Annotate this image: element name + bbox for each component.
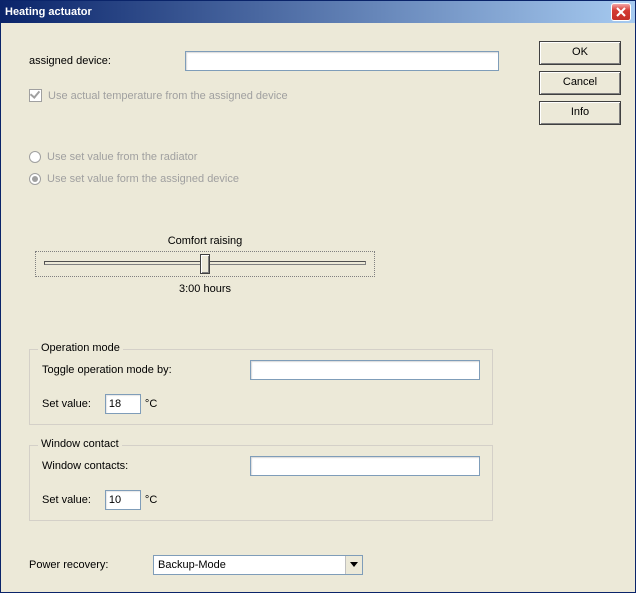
- window-contact-legend: Window contact: [38, 438, 122, 450]
- window-contacts-label: Window contacts:: [42, 460, 128, 472]
- radio-from-radiator[interactable]: [29, 151, 41, 163]
- power-recovery-dropdown[interactable]: Backup-Mode: [153, 555, 363, 575]
- slider-thumb[interactable]: [200, 254, 210, 274]
- operation-mode-legend: Operation mode: [38, 342, 123, 354]
- use-actual-temp-row: Use actual temperature from the assigned…: [29, 89, 288, 102]
- dialog-buttons: OK Cancel Info: [539, 41, 621, 125]
- operation-setvalue-input[interactable]: [105, 394, 141, 414]
- window-contact-group: Window contact Window contacts: Set valu…: [29, 445, 493, 521]
- window-setvalue-unit: °C: [145, 494, 157, 506]
- info-button[interactable]: Info: [539, 101, 621, 125]
- operation-setvalue-label: Set value:: [42, 398, 91, 410]
- radio-from-assigned-row: Use set value form the assigned device: [29, 173, 239, 185]
- operation-setvalue-row: Set value: °C: [42, 394, 157, 414]
- window-setvalue-input[interactable]: [105, 490, 141, 510]
- radio-from-assigned-label: Use set value form the assigned device: [47, 173, 239, 185]
- operation-mode-group: Operation mode Toggle operation mode by:…: [29, 349, 493, 425]
- window-contacts-field[interactable]: [250, 456, 480, 476]
- comfort-slider[interactable]: [35, 251, 375, 277]
- operation-setvalue-unit: °C: [145, 398, 157, 410]
- close-button[interactable]: [611, 3, 631, 21]
- radio-from-radiator-label: Use set value from the radiator: [47, 151, 197, 163]
- titlebar: Heating actuator: [1, 1, 635, 23]
- chevron-down-icon: [345, 556, 362, 574]
- power-recovery-selected: Backup-Mode: [158, 559, 226, 571]
- use-actual-temp-checkbox[interactable]: [29, 89, 42, 102]
- radio-from-radiator-row: Use set value from the radiator: [29, 151, 197, 163]
- toggle-operation-field[interactable]: [250, 360, 480, 380]
- comfort-value-text: 3:00 hours: [35, 283, 375, 295]
- window-setvalue-label: Set value:: [42, 494, 91, 506]
- ok-button[interactable]: OK: [539, 41, 621, 65]
- power-recovery-label: Power recovery:: [29, 559, 108, 571]
- window-setvalue-row: Set value: °C: [42, 490, 157, 510]
- comfort-raising-group: Comfort raising 3:00 hours: [35, 235, 375, 295]
- radio-from-assigned[interactable]: [29, 173, 41, 185]
- cancel-button[interactable]: Cancel: [539, 71, 621, 95]
- close-icon: [616, 7, 626, 17]
- assigned-device-field[interactable]: [185, 51, 499, 71]
- dialog-window: Heating actuator OK Cancel Info assigned…: [0, 0, 636, 593]
- window-title: Heating actuator: [5, 6, 92, 18]
- assigned-device-label: assigned device:: [29, 55, 111, 67]
- use-actual-temp-label: Use actual temperature from the assigned…: [48, 90, 288, 102]
- comfort-raising-caption: Comfort raising: [35, 235, 375, 247]
- toggle-operation-label: Toggle operation mode by:: [42, 364, 172, 376]
